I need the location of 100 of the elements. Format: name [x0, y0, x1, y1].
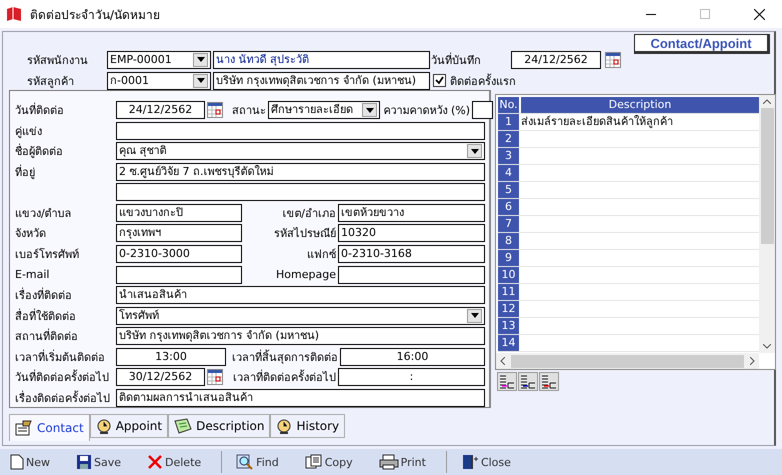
field-label: วันที่ติดต่อ [15, 102, 65, 120]
tab[interactable]: Description [168, 414, 270, 438]
row-number: 8 [498, 233, 519, 249]
field-label: ที่อยู่ [15, 164, 36, 181]
text-field[interactable] [116, 122, 485, 140]
new-document-icon [10, 454, 24, 470]
window-title: ติดต่อประจำวัน/นัดหมาย [30, 6, 162, 24]
search-icon [236, 454, 254, 470]
field-label: สถานที่ติดต่อ [15, 328, 79, 346]
toolbar-button[interactable]: Find [230, 450, 285, 474]
field-label: เวลาที่สิ้นสุดการติดต่อ [231, 348, 339, 366]
text-field[interactable]: นำเสนอสินค้า [116, 286, 485, 304]
row-number: 13 [498, 318, 519, 334]
text-field[interactable]: บริษัท กรุงเทพดุสิตเวชการ จำกัด (มหาชน) [116, 327, 485, 346]
note-icon [174, 418, 192, 434]
text-field[interactable]: เขตห้วยขวาง [338, 204, 485, 222]
field-label: วันที่บันทึก [431, 52, 482, 68]
clock-icon [96, 418, 112, 434]
customer-name-field: บริษัท กรุงเทพดุสิตเวชการ จำกัด (มหาชน) [213, 72, 430, 90]
text-field[interactable]: 10320 [338, 224, 485, 242]
scroll-up-icon[interactable] [763, 99, 771, 104]
field-label: แฟกซ์ [306, 246, 337, 263]
field-label: เรื่องที่ติดต่อ [15, 286, 73, 304]
row-number: 2 [498, 131, 519, 147]
tab[interactable]: History [270, 414, 346, 438]
toolbar-button[interactable]: Save [70, 450, 128, 474]
dropdown-field[interactable]: คุณ สุชาติ [116, 142, 485, 160]
customer-code-dropdown[interactable]: ก-0001 [107, 72, 211, 90]
row-number: 5 [498, 182, 519, 198]
close-icon[interactable] [754, 8, 764, 20]
scroll-left-icon[interactable] [500, 357, 505, 365]
time-field[interactable]: 16:00 [340, 348, 485, 366]
field-label: แขวง/ตำบล [15, 206, 73, 222]
scroll-down-icon[interactable] [763, 344, 771, 349]
status-dropdown[interactable]: ศึกษารายละเอียด [268, 101, 380, 120]
date-field[interactable]: 24/12/2562 [511, 50, 601, 68]
toolbar-button[interactable]: Print [372, 450, 432, 474]
scroll-right-icon[interactable] [750, 357, 755, 365]
book-icon [6, 6, 22, 22]
row-number: 10 [498, 267, 519, 283]
text-field[interactable] [338, 266, 485, 284]
field-label: สถานะ [231, 103, 267, 120]
tab[interactable]: Appoint [90, 414, 168, 438]
date-field[interactable]: 24/12/2562 [116, 101, 205, 120]
toolbar-button[interactable]: Delete [141, 450, 208, 474]
text-field[interactable]: แขวงบางกะปิ [116, 204, 242, 222]
row-number: 12 [498, 301, 519, 317]
percent-field[interactable] [472, 101, 493, 120]
field-label: เวลาที่เริ่มต้นติดต่อ [15, 348, 106, 366]
row-action-button[interactable] [497, 372, 517, 391]
row-number: 9 [498, 250, 519, 266]
calendar-icon[interactable] [207, 369, 223, 386]
text-field[interactable]: ติดตามผลการนำเสนอสินค้า [116, 388, 485, 407]
time-field[interactable]: 13:00 [116, 348, 226, 366]
text-field[interactable] [116, 266, 242, 284]
printer-icon [378, 454, 399, 470]
column-header: No. [498, 97, 519, 113]
row-number: 14 [498, 335, 519, 351]
field-label: เขต/อำเภอ [281, 206, 337, 222]
text-field[interactable]: 0-2310-3000 [116, 244, 242, 263]
copy-icon [304, 454, 323, 470]
form-icon [15, 420, 33, 436]
text-field[interactable]: 0-2310-3168 [338, 244, 485, 263]
table-cell-text: ส่งเมล์รายละเอียดสินค้าให้ลูกค้า [521, 114, 674, 130]
calendar-icon[interactable] [207, 102, 223, 118]
calendar-icon[interactable] [605, 52, 621, 68]
toolbar-button[interactable]: Copy [298, 450, 359, 474]
row-number: 3 [498, 148, 519, 164]
exit-door-icon [460, 454, 479, 470]
row-action-button[interactable] [539, 372, 559, 391]
field-label: รหัสพนักงาน [27, 52, 89, 68]
horizontal-scrollbar[interactable] [496, 353, 759, 369]
text-field[interactable] [116, 183, 485, 202]
field-label: จังหวัด [15, 226, 47, 242]
date-field[interactable]: 30/12/2562 [116, 368, 205, 386]
dropdown-field[interactable]: โทรศัพท์ [116, 306, 485, 325]
save-icon [76, 454, 92, 470]
row-number: 4 [498, 165, 519, 181]
field-label: ความคาดหวัง (%) [382, 103, 471, 120]
field-label: รหัสไปรษณีย์ [273, 226, 337, 242]
checkbox-label: ติดต่อครั้งแรก [450, 72, 517, 90]
field-label: วันที่ติดต่อครั้งต่อไป [15, 368, 110, 386]
field-label: Homepage [275, 268, 337, 282]
field-label: เวลาที่ติดต่อครั้งต่อไป [232, 368, 337, 386]
checkbox[interactable] [433, 74, 446, 87]
employee-name-field: นาง นัทวดี สุประวัติ [213, 50, 430, 68]
column-header: Description [521, 97, 759, 113]
field-label: ชื่อผู้ติดต่อ [15, 142, 64, 160]
employee-code-dropdown[interactable]: EMP-00001 [107, 50, 211, 68]
time-field[interactable]: : [338, 368, 485, 386]
contact-appoint-button[interactable]: Contact/Appoint [634, 34, 770, 54]
toolbar-button[interactable]: Close [454, 450, 517, 474]
vertical-scrollbar[interactable] [759, 95, 775, 353]
text-field[interactable]: 2 ซ.ศูนย์วิจัย 7 ถ.เพชรบุรีตัดใหม่ [116, 162, 485, 181]
text-field[interactable]: กรุงเทพฯ [116, 224, 242, 242]
clock-icon [276, 418, 292, 434]
row-action-button[interactable] [518, 372, 538, 391]
tab[interactable]: Contact [9, 414, 90, 441]
field-label: E-mail [15, 268, 50, 282]
toolbar-button[interactable]: New [4, 450, 56, 474]
